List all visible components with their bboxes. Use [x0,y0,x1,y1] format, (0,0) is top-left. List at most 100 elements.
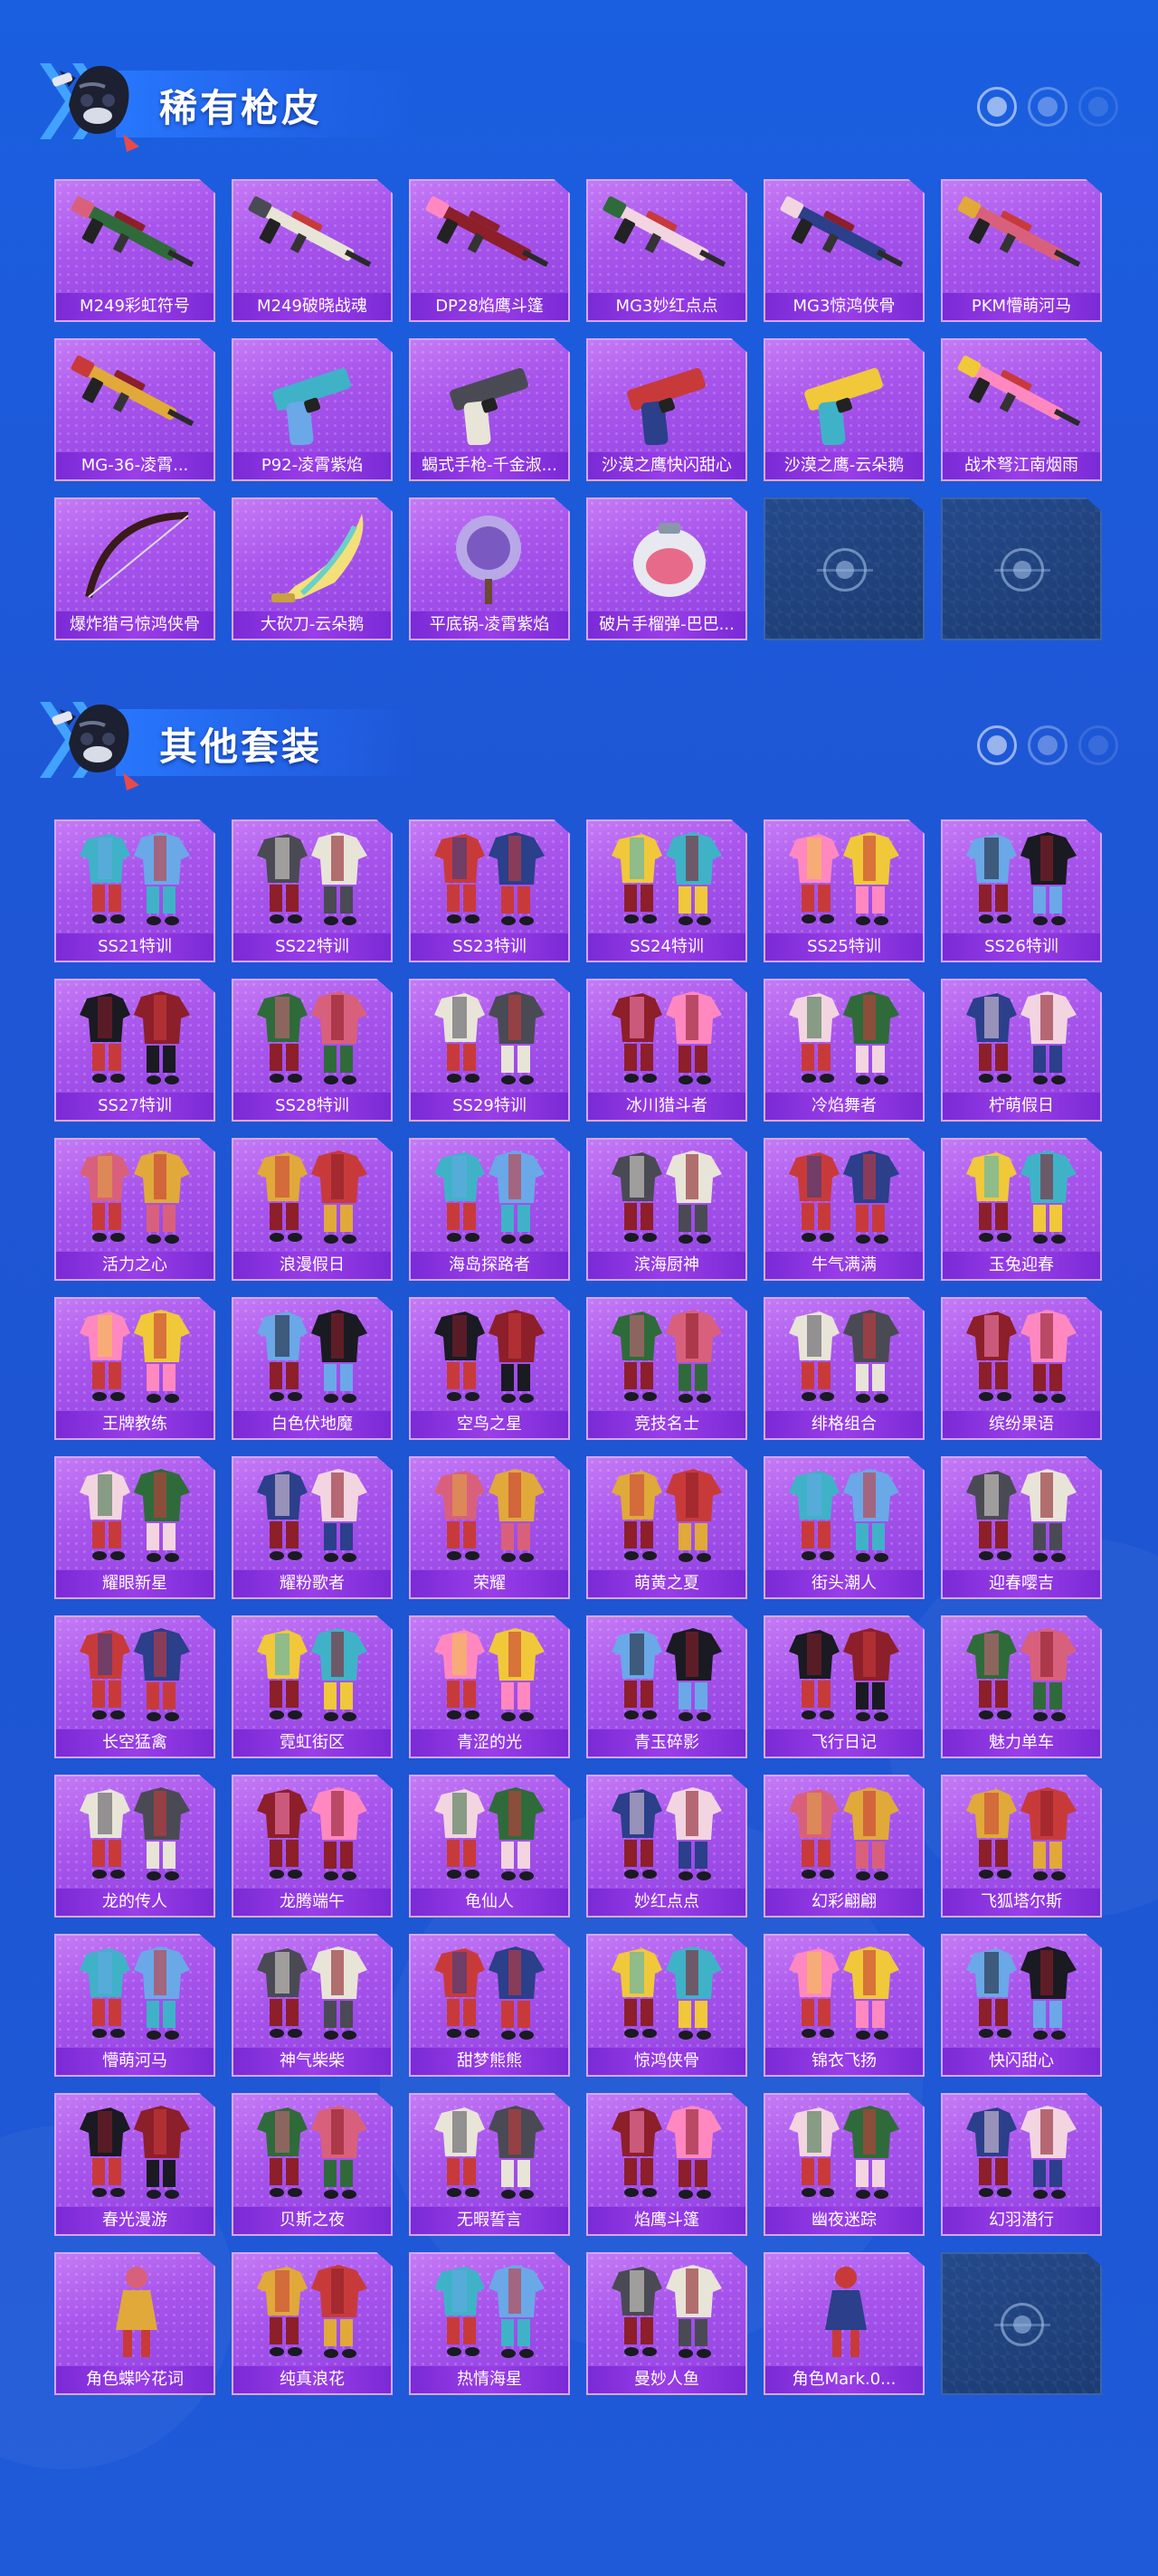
outfit-art-icon [612,1310,722,1403]
weapon-skin-card[interactable]: MG-36-凌霄... [54,338,215,481]
outfit-art-icon [257,1946,367,2040]
indicator-dot-icon [1028,87,1068,127]
item-name-label: 龟仙人 [411,1889,568,1916]
outfit-card[interactable]: 幽夜迷踪 [764,2093,925,2236]
outfit-card[interactable]: 迎春嘤吉 [941,1456,1102,1599]
page-indicator [977,725,1118,765]
outfit-card[interactable]: 柠萌假日 [941,979,1102,1122]
outfit-card[interactable]: 空鸟之星 [409,1297,570,1440]
outfit-card[interactable]: 角色蝶吟花词 [54,2252,215,2395]
weapon-art-icon [71,196,195,268]
weapon-skin-card[interactable]: P92-凌霄紫焰 [232,338,393,481]
outfit-card[interactable]: 曼妙人鱼 [586,2252,747,2395]
outfit-card[interactable]: 甜梦熊熊 [409,1934,570,2077]
weapon-skin-card[interactable]: MG3惊鸿侠骨 [764,179,925,322]
outfit-card[interactable]: 青涩的光 [409,1615,570,1758]
outfit-card[interactable]: 街头潮人 [764,1456,925,1599]
outfit-card[interactable]: 青玉碎影 [586,1615,747,1758]
outfit-card[interactable]: 活力之心 [54,1138,215,1281]
outfit-card[interactable]: 快闪甜心 [941,1934,1102,2077]
outfit-card[interactable]: 绯格组合 [764,1297,925,1440]
outfit-card[interactable]: SS23特训 [409,819,570,962]
item-name-label: SS21特训 [56,933,214,961]
weapon-skin-card[interactable]: M249彩虹符号 [54,179,215,322]
weapon-skin-card[interactable]: 平底锅-凌霄紫焰 [409,497,570,640]
outfit-card[interactable]: 竞技名士 [586,1297,747,1440]
weapon-skin-card[interactable]: 蝎式手枪-千金淑... [409,338,570,481]
outfit-card[interactable]: 长空猛禽 [54,1615,215,1758]
outfit-card[interactable]: 耀粉歌者 [232,1456,393,1599]
item-name-label: 青玉碎影 [588,1729,745,1757]
outfit-card[interactable]: 牛气满满 [764,1138,925,1281]
weapon-skin-card[interactable]: 沙漠之鹰-云朵鹅 [764,338,925,481]
outfit-card[interactable]: 龙的传人 [54,1775,215,1918]
outfit-art-icon [257,2106,367,2199]
outfit-art-icon [612,991,722,1084]
outfit-card[interactable]: 春光漫游 [54,2093,215,2236]
weapon-skin-card[interactable]: 战术弩江南烟雨 [941,338,1102,481]
weapon-skin-card[interactable]: 沙漠之鹰快闪甜心 [586,338,747,481]
outfit-card[interactable]: 冷焰舞者 [764,979,925,1122]
outfit-card[interactable]: 惊鸿侠骨 [586,1934,747,2077]
figure-art-icon [116,2267,157,2357]
item-name-label: 懵萌河马 [56,2048,214,2075]
outfit-art-icon [80,1469,190,1562]
outfit-card[interactable]: SS22特训 [232,819,393,962]
outfit-card[interactable]: SS29特训 [409,979,570,1122]
outfit-card[interactable]: 纯真浪花 [232,2252,393,2395]
outfit-card[interactable]: 缤纷果语 [941,1297,1102,1440]
outfit-art-icon [612,2106,722,2199]
outfit-card[interactable]: SS27特训 [54,979,215,1122]
outfit-card[interactable]: 玉兔迎春 [941,1138,1102,1281]
outfit-card[interactable]: 角色Mark.0... [764,2252,925,2395]
outfit-card[interactable]: 妙红点点 [586,1775,747,1918]
outfit-card[interactable]: 荣耀 [409,1456,570,1599]
outfit-card[interactable]: SS28特训 [232,979,393,1122]
outfit-card[interactable]: 王牌教练 [54,1297,215,1440]
weapon-skin-card[interactable]: DP28焰鹰斗篷 [409,179,570,322]
outfit-art-icon [789,832,899,925]
weapon-skin-card[interactable]: 爆炸猎弓惊鸿侠骨 [54,497,215,640]
weapon-skin-card[interactable]: 破片手榴弹-巴巴... [586,497,747,640]
outfit-card[interactable]: SS25特训 [764,819,925,962]
outfit-card[interactable]: 锦衣飞扬 [764,1934,925,2077]
outfit-card[interactable]: 无暇誓言 [409,2093,570,2236]
outfit-card[interactable]: 飞狐塔尔斯 [941,1775,1102,1918]
outfit-art-icon [434,1787,545,1880]
weapon-art-icon [425,196,549,268]
item-name-label: 龙的传人 [56,1889,214,1916]
outfit-card[interactable]: 浪漫假日 [232,1138,393,1281]
outfit-card[interactable]: 贝斯之夜 [232,2093,393,2236]
outfit-card[interactable]: 懵萌河马 [54,1934,215,2077]
outfit-card[interactable]: 焰鹰斗篷 [586,2093,747,2236]
weapon-skin-card[interactable]: 大砍刀-云朵鹅 [232,497,393,640]
outfit-card[interactable]: SS21特训 [54,819,215,962]
item-name-label: 沙漠之鹰-云朵鹅 [765,452,923,479]
outfit-card[interactable]: 神气柴柴 [232,1934,393,2077]
outfit-card[interactable]: 龟仙人 [409,1775,570,1918]
outfit-card[interactable]: 冰川猎斗者 [586,979,747,1122]
outfit-card[interactable]: 滨海厨神 [586,1138,747,1281]
outfit-card[interactable]: 耀眼新星 [54,1456,215,1599]
outfit-card[interactable]: SS24特训 [586,819,747,962]
outfit-art-icon [612,1787,722,1880]
weapon-skin-card[interactable]: MG3妙红点点 [586,179,747,322]
indicator-dot-icon [1028,725,1068,765]
outfit-card[interactable]: 海岛探路者 [409,1138,570,1281]
outfit-card[interactable]: 热情海星 [409,2252,570,2395]
item-name-label: 玉兔迎春 [943,1252,1100,1279]
outfit-card[interactable]: 幻彩翩翩 [764,1775,925,1918]
outfit-art-icon [789,1151,899,1244]
outfit-card[interactable]: 魅力单车 [941,1615,1102,1758]
outfit-card[interactable]: 飞行日记 [764,1615,925,1758]
outfit-card[interactable]: SS26特训 [941,819,1102,962]
weapon-skin-card[interactable]: PKM懵萌河马 [941,179,1102,322]
outfit-card[interactable]: 白色伏地魔 [232,1297,393,1440]
empty-slot [941,497,1102,640]
outfit-card[interactable]: 龙腾端午 [232,1775,393,1918]
weapon-skin-card[interactable]: M249破晓战魂 [232,179,393,322]
outfit-card[interactable]: 霓虹街区 [232,1615,393,1758]
outfit-art-icon [257,2265,367,2358]
outfit-card[interactable]: 萌黄之夏 [586,1456,747,1599]
outfit-card[interactable]: 幻羽潜行 [941,2093,1102,2236]
